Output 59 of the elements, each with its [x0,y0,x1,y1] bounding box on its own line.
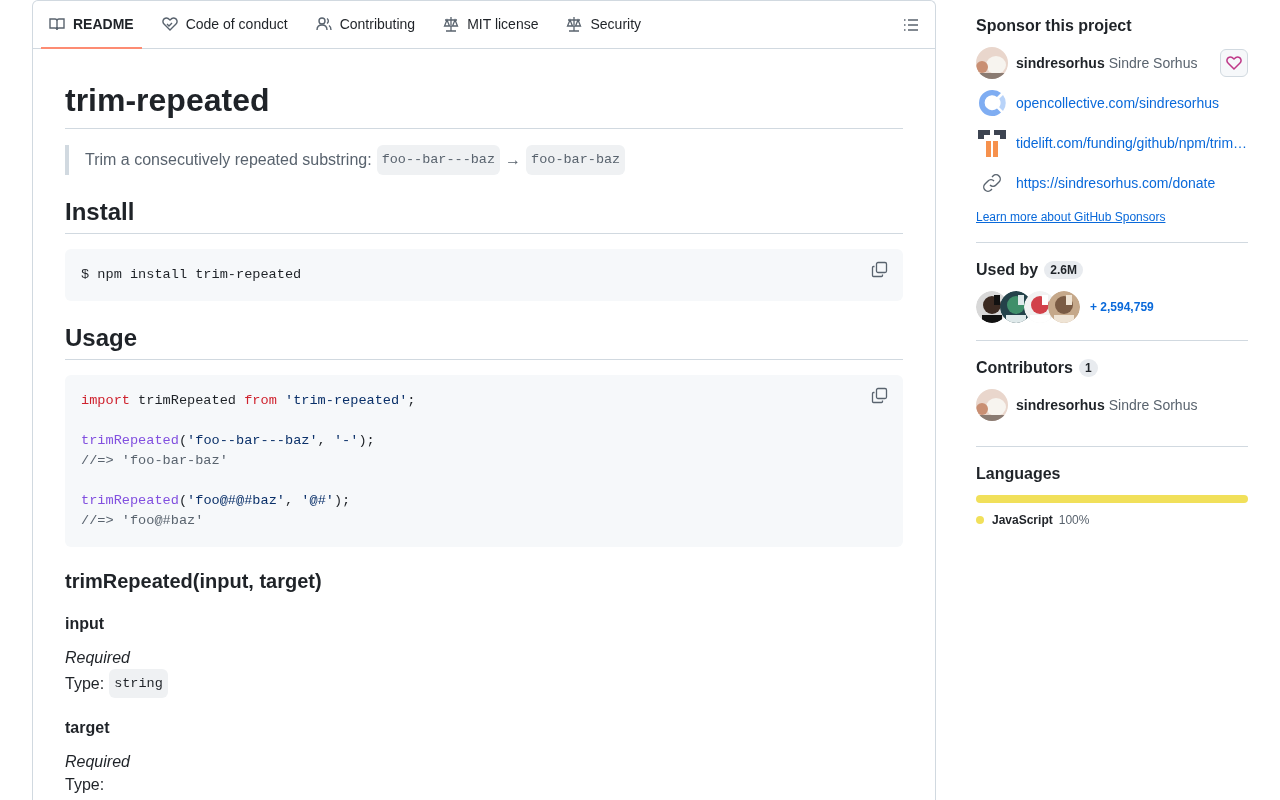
section-heading: Install [65,197,903,234]
people-icon [315,16,332,32]
inline-code: string [109,669,168,698]
type-label: Type: [65,775,105,795]
count-badge: 1 [1078,359,1098,377]
language-percent: 100% [1058,513,1090,527]
type-label: Type: [65,674,105,694]
copy-button[interactable] [871,387,888,404]
list-icon [903,16,919,33]
tab[interactable]: Contributing [307,1,424,49]
avatar [976,389,1008,421]
learn-more-link[interactable]: Learn more about GitHub Sponsors [976,210,1166,224]
funding-link[interactable]: opencollective.com/sindresorhus [1016,95,1220,111]
section-heading: Usage [65,323,903,360]
funding-link[interactable]: tidelift.com/funding/github/npm/trim… [1016,135,1248,151]
code-line: trimRepeated('foo--bar---baz', '-'); [81,432,376,450]
count-badge: 2.6M [1044,261,1083,279]
required-label: Required [65,648,130,668]
sponsor-button[interactable] [1220,49,1248,77]
tab[interactable]: MIT license [435,1,547,49]
copy-button[interactable] [871,261,888,278]
tab[interactable]: Security [558,1,650,49]
language-name: JavaScript [992,513,1053,527]
opencollective-logo-icon [976,87,1008,119]
code-line: //=> 'foo-bar-baz' [81,452,229,470]
inline-code: foo--bar---baz [376,145,501,175]
user-name: Sindre Sorhus [1108,397,1198,413]
code-line: $ npm install trim-repeated [81,266,303,284]
quote-text: Trim a consecutively repeated substring: [85,150,372,170]
inline-code: foo-bar-baz [526,145,626,175]
tidelift-logo-icon [976,127,1008,159]
code-line: //=> 'foo@#baz' [81,512,205,530]
tab[interactable]: README [41,1,142,49]
parameter-heading: target [65,718,111,738]
user-link[interactable]: sindresorhus [1016,55,1105,71]
page-title: trim-repeated [65,78,903,129]
quote-text: → [505,150,522,170]
sidebar-heading: Sponsor this project [976,17,1132,35]
function-heading: trimRepeated(input, target) [65,569,323,594]
avatar [976,47,1008,79]
user-name: Sindre Sorhus [1108,55,1198,71]
sidebar-heading: Used by [976,261,1039,279]
copy-icon [871,387,888,404]
scale-icon [443,16,460,32]
dependents-link[interactable]: + 2,594,759 [1090,300,1154,314]
funding-link[interactable]: https://sindresorhus.com/donate [1016,175,1216,191]
user-link[interactable]: sindresorhus [1016,397,1105,413]
heart-icon [161,16,178,32]
parameter-heading: input [65,614,106,634]
book-icon [49,16,65,32]
heart-icon [1226,55,1242,71]
sidebar-heading: Languages [976,465,1061,483]
scale-icon [566,16,583,32]
tab[interactable]: Code of conduct [153,1,296,49]
code-line: trimRepeated('foo@#@#baz', '@#'); [81,492,352,510]
required-label: Required [65,752,130,772]
code-line: import trimRepeated from 'trim-repeated'; [81,392,417,410]
sidebar-heading: Contributors [976,359,1073,377]
copy-icon [871,261,888,278]
